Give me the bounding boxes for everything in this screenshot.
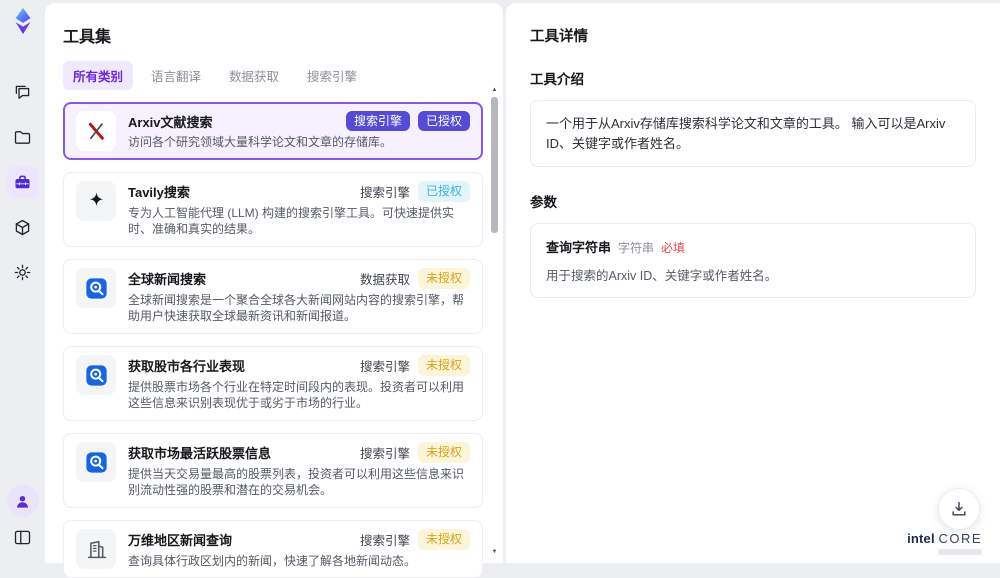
auth-status-badge: 已授权	[417, 111, 470, 132]
intel-brand-text: intel	[907, 530, 935, 546]
app-window: 工具集 所有类别 语言翻译 数据获取 搜索引擎 Arxiv文献搜索 搜索引擎 已授权 访问各…	[0, 0, 1000, 578]
auth-status-badge: 未授权	[417, 529, 470, 550]
tab-translate[interactable]: 语言翻译	[141, 61, 211, 90]
auth-status-badge: 未授权	[417, 268, 470, 289]
tool-name: 获取股市各行业表现	[128, 358, 246, 374]
tool-name: Tavily搜索	[128, 184, 190, 200]
scrollbar-thumb[interactable]	[491, 97, 498, 233]
tool-category: 搜索引擎	[345, 111, 410, 132]
tool-description: 访问各个研究领域大量科学论文和文章的存储库。	[128, 135, 393, 150]
chat-icon[interactable]	[7, 76, 39, 108]
settings-icon[interactable]	[7, 256, 39, 288]
parameter-box: 查询字符串 字符串 必填 用于搜索的Arxiv ID、关键字或作者姓名。	[530, 223, 976, 298]
list-scrollbar[interactable]: ▲ ▼	[490, 79, 499, 557]
tool-description: 专为人工智能代理 (LLM) 构建的搜索引擎工具。可快速提供实时、准确和真实的结…	[128, 205, 455, 237]
param-required-badge: 必填	[661, 241, 686, 255]
building-icon	[76, 529, 116, 570]
tool-category: 搜索引擎	[359, 359, 410, 374]
tab-search[interactable]: 搜索引擎	[297, 61, 367, 90]
tools-list-panel: 工具集 所有类别 语言翻译 数据获取 搜索引擎 Arxiv文献搜索 搜索引擎 已授权 访问各…	[45, 3, 503, 578]
tool-name: 获取市场最活跃股票信息	[128, 445, 272, 461]
tool-category: 搜索引擎	[359, 446, 410, 461]
tool-intro-box: 一个用于从Arxiv存储库搜索科学论文和文章的工具。 输入可以是Arxiv ID…	[530, 100, 976, 167]
sidebar-rail	[0, 0, 45, 563]
tool-description: 全球新闻搜索是一个聚合全球各大新闻网站内容的搜索引擎，帮助用户快速获取全球最新资…	[128, 292, 465, 324]
download-icon	[949, 499, 969, 519]
tab-data[interactable]: 数据获取	[219, 61, 289, 90]
tool-name: 万维地区新闻查询	[128, 532, 233, 548]
intro-heading: 工具介绍	[530, 72, 584, 87]
param-description: 用于搜索的Arxiv ID、关键字或作者姓名。	[546, 269, 778, 283]
tool-name: Arxiv文献搜索	[128, 114, 213, 130]
param-type: 字符串	[618, 241, 655, 255]
news-icon	[76, 442, 116, 483]
sparkle-icon	[76, 181, 116, 222]
panel-icon[interactable]	[7, 521, 39, 553]
folder-icon[interactable]	[7, 121, 39, 153]
tool-description: 提供当天交易量最高的股票列表，投资者可以利用这些信息来识别流动性强的股票和潜在的…	[128, 466, 465, 498]
detail-title: 工具详情	[530, 29, 588, 45]
tool-description: 提供股票市场各个行业在特定时间段内的表现。投资者可以利用这些信息来识别表现优于或…	[128, 379, 465, 411]
app-logo[interactable]	[8, 6, 38, 36]
params-heading: 参数	[530, 195, 557, 210]
tool-category: 搜索引擎	[359, 185, 410, 200]
news-icon	[76, 355, 116, 396]
tool-card[interactable]: 获取股市各行业表现 搜索引擎 未授权提供股票市场各个行业在特定时间段内的表现。投资者…	[63, 346, 483, 422]
tab-all[interactable]: 所有类别	[63, 61, 134, 90]
news-icon	[76, 268, 116, 309]
tool-cards: Arxiv文献搜索 搜索引擎 已授权 访问各个研究领域大量科学论文和文章的存储库。 Ta…	[63, 102, 483, 578]
tool-detail-panel: 工具详情 工具介绍 一个用于从Arxiv存储库搜索科学论文和文章的工具。 输入可…	[506, 3, 1000, 563]
tool-card[interactable]: 获取市场最活跃股票信息 搜索引擎 未授权提供当天交易量最高的股票列表，投资者可以利用…	[63, 433, 483, 509]
tool-card[interactable]: Tavily搜索 搜索引擎 已授权专为人工智能代理 (LLM) 构建的搜索引擎工具。…	[63, 172, 483, 248]
download-button[interactable]	[938, 488, 980, 530]
arxiv-icon	[76, 111, 116, 151]
tool-card[interactable]: 万维地区新闻查询 搜索引擎 未授权 查询具体行政区划内的新闻，快速了解各地新闻动态。	[63, 520, 483, 578]
cube-icon[interactable]	[7, 211, 39, 243]
auth-status-badge: 未授权	[417, 355, 470, 376]
tool-name: 全球新闻搜索	[128, 271, 207, 287]
intel-sub-badge	[938, 549, 982, 555]
tool-description: 查询具体行政区划内的新闻，快速了解各地新闻动态。	[128, 553, 417, 568]
scroll-down-arrow[interactable]: ▼	[491, 549, 498, 555]
intel-core-logo: intel CORE	[907, 530, 982, 555]
param-name: 查询字符串	[546, 240, 612, 255]
auth-status-badge: 已授权	[417, 181, 470, 202]
tool-card[interactable]: 全球新闻搜索 数据获取 未授权全球新闻搜索是一个聚合全球各大新闻网站内容的搜索引擎，…	[63, 259, 483, 335]
auth-status-badge: 未授权	[417, 442, 470, 463]
scroll-up-arrow[interactable]: ▲	[491, 87, 498, 93]
tool-category: 搜索引擎	[359, 533, 410, 548]
toolbox-icon[interactable]	[6, 166, 39, 198]
tool-category: 数据获取	[359, 272, 410, 287]
core-brand-text: CORE	[938, 530, 982, 546]
user-icon[interactable]	[6, 485, 39, 517]
tool-card[interactable]: Arxiv文献搜索 搜索引擎 已授权访问各个研究领域大量科学论文和文章的存储库。	[63, 102, 483, 161]
page-title: 工具集	[63, 29, 112, 46]
category-tabs: 所有类别 语言翻译 数据获取 搜索引擎	[63, 61, 483, 90]
